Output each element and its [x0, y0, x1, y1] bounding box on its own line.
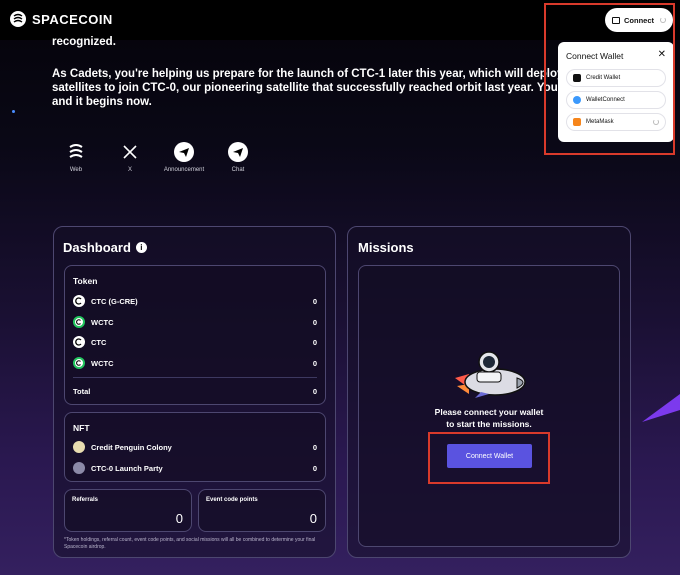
missions-message-line-1: Please connect your wallet	[434, 407, 544, 417]
nft-name: Credit Penguin Colony	[91, 442, 172, 452]
event-points-card: Event code points 0	[198, 489, 326, 532]
telegram-icon	[174, 142, 194, 162]
social-link-x[interactable]: X	[114, 142, 146, 173]
decorative-purple-shape	[642, 394, 680, 422]
token-value: 0	[312, 337, 317, 347]
astronaut-rocket-icon	[455, 351, 526, 398]
dashboard-title-text: Dashboard	[63, 240, 131, 255]
brand-name: SPACECOIN	[32, 11, 113, 27]
social-link-announcement[interactable]: Announcement	[164, 142, 204, 173]
token-name: CTC	[91, 337, 107, 347]
token-card: Token CTC (G-CRE) 0 WCTC 0 CTC 0 WCTC 0 …	[64, 265, 326, 405]
token-total-value: 0	[312, 386, 317, 396]
token-card-title: Token	[73, 276, 98, 286]
nft-value: 0	[312, 463, 317, 473]
penguin-nft-icon	[73, 441, 85, 453]
wctc-coin-icon	[73, 357, 85, 369]
intro-line-1: recognized.	[52, 36, 116, 48]
airdrop-footnote: *Token holdings, referral count, event c…	[64, 537, 316, 550]
nft-value: 0	[312, 442, 317, 452]
spacecoin-logo-icon	[10, 11, 26, 27]
event-points-value: 0	[309, 511, 317, 526]
x-icon	[120, 142, 140, 162]
social-label-x: X	[127, 167, 132, 173]
referrals-label: Referrals	[72, 497, 99, 503]
token-divider	[73, 377, 317, 378]
social-link-web[interactable]: Web	[60, 142, 92, 173]
token-value: 0	[312, 317, 317, 327]
brand-logo[interactable]: SPACECOIN	[10, 11, 113, 27]
nft-row: CTC-0 Launch Party 0	[73, 461, 317, 475]
intro-line-4: and it begins now.	[52, 96, 152, 108]
nft-row: Credit Penguin Colony 0	[73, 440, 317, 454]
highlight-box-wallet-menu	[544, 3, 675, 155]
social-label-chat: Chat	[231, 167, 245, 173]
telegram-icon	[228, 142, 248, 162]
spacecoin-logo-icon	[66, 142, 86, 162]
token-total-row: Total 0	[73, 384, 317, 398]
missions-message-line-2: to start the missions.	[446, 419, 532, 429]
token-row: WCTC 0	[73, 315, 317, 329]
highlight-box-connect-wallet	[428, 432, 550, 484]
token-name: WCTC	[91, 317, 114, 327]
missions-message: Please connect your wallet to start the …	[359, 406, 619, 430]
token-row: CTC 0	[73, 335, 317, 349]
token-name: WCTC	[91, 358, 114, 368]
nft-card-title: NFT	[73, 423, 90, 433]
referrals-value: 0	[175, 511, 183, 526]
social-link-chat[interactable]: Chat	[222, 142, 254, 173]
token-value: 0	[312, 296, 317, 306]
missions-title: Missions	[358, 240, 414, 255]
decorative-dot	[12, 110, 15, 113]
token-value: 0	[312, 358, 317, 368]
social-label-web: Web	[69, 167, 83, 173]
social-label-announcement: Announcement	[163, 167, 205, 173]
wctc-coin-icon	[73, 316, 85, 328]
info-icon[interactable]: i	[135, 242, 147, 253]
referrals-card: Referrals 0	[64, 489, 192, 532]
launch-party-nft-icon	[73, 462, 85, 474]
event-points-label: Event code points	[206, 497, 258, 503]
ctc-coin-icon	[73, 336, 85, 348]
token-name: CTC (G-CRE)	[91, 296, 138, 306]
nft-name: CTC-0 Launch Party	[91, 463, 163, 473]
token-total-label: Total	[73, 386, 91, 396]
token-row: WCTC 0	[73, 356, 317, 370]
missions-content: Please connect your wallet to start the …	[358, 265, 620, 547]
token-row: CTC (G-CRE) 0	[73, 294, 317, 308]
ctc-coin-icon	[73, 295, 85, 307]
social-links: Web X Announcement Chat	[60, 142, 254, 173]
dashboard-title: Dashboard i	[63, 240, 147, 255]
nft-card: NFT Credit Penguin Colony 0 CTC-0 Launch…	[64, 412, 326, 482]
